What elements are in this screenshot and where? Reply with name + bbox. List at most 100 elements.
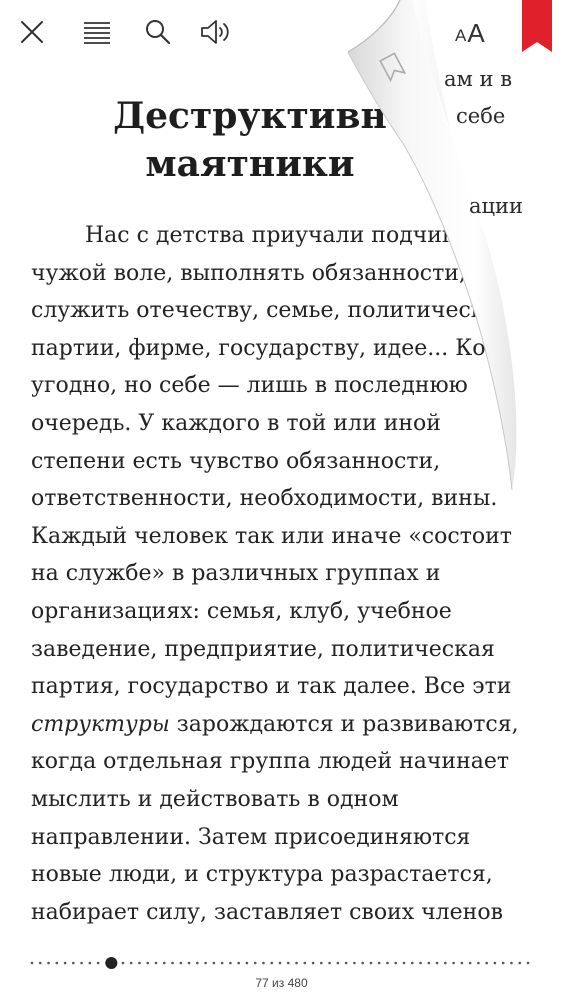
text-line: партии, фирме, государству, идее... Кому — [31, 335, 516, 361]
text-line: направлении. Затем присоединяются — [31, 824, 471, 850]
progress-dot — [121, 961, 125, 965]
progress-dot — [187, 961, 191, 965]
progress-dot — [154, 961, 158, 965]
reader-toolbar: A A — [0, 0, 563, 60]
progress-dot — [286, 961, 290, 965]
chapter-title: Деструктивн маятники — [0, 92, 500, 188]
progress-dot — [303, 961, 307, 965]
progress-dot — [270, 961, 274, 965]
text-line: Каждый человек так или иначе «состоит — [31, 523, 512, 549]
text-line: новые люди, и структура разрастается, — [31, 862, 493, 888]
text-line: набирает силу, заставляет своих членов — [31, 899, 503, 925]
progress-dot — [63, 961, 67, 965]
bookmark-ribbon-icon[interactable] — [522, 0, 552, 52]
text-line: на службе» в различных группах и — [31, 561, 441, 587]
table-of-contents-button[interactable] — [79, 14, 115, 50]
search-button[interactable] — [140, 14, 176, 50]
progress-dot — [179, 961, 183, 965]
text-line-rest: зарождаются и развиваются, — [169, 711, 519, 737]
italic-term: структуры — [31, 711, 170, 737]
progress-dot — [452, 961, 455, 965]
progress-dot — [410, 961, 414, 965]
search-icon — [146, 20, 171, 45]
progress-dot — [196, 961, 199, 965]
progress-dot — [80, 961, 83, 965]
progress-dot — [38, 961, 42, 965]
text-line: заведение, предприятие, политическая — [31, 636, 495, 662]
text-line: угодно, но себе — лишь в последнюю — [31, 373, 468, 399]
progress-dot — [361, 961, 364, 965]
progress-dot — [386, 961, 389, 965]
text-line: ответственности, необходимости, вины. — [31, 486, 498, 512]
progress-dot — [138, 961, 141, 965]
progress-dot — [253, 961, 257, 965]
text-line: структуры зарождаются и развиваются, — [31, 706, 531, 744]
progress-dot — [88, 961, 92, 965]
progress-dot — [394, 961, 398, 965]
progress-dot — [47, 961, 50, 965]
audio-button[interactable] — [198, 14, 234, 50]
progress-dot — [262, 961, 265, 965]
progress-dot — [220, 961, 224, 965]
progress-dot — [55, 961, 59, 965]
progress-dot — [402, 961, 406, 965]
chapter-title-line-1: Деструктивн — [113, 95, 387, 137]
progress-dot — [146, 961, 150, 965]
progress-dot — [493, 961, 497, 965]
reading-progress-bar[interactable] — [30, 955, 530, 971]
progress-dot — [129, 961, 133, 965]
page-indicator: 77 из 480 — [255, 976, 308, 990]
progress-dot — [435, 961, 439, 965]
font-settings-button[interactable]: A A — [455, 14, 485, 50]
progress-dot — [344, 961, 348, 965]
text-line: партия, государство и так далее. Все эти — [31, 674, 512, 700]
progress-dot — [229, 961, 232, 965]
progress-dot — [427, 961, 431, 965]
text-line: степени есть чувство обязанности, — [31, 448, 441, 474]
progress-dot — [518, 961, 522, 965]
progress-dot — [444, 961, 447, 965]
progress-dot — [510, 961, 513, 965]
progress-dot — [369, 961, 373, 965]
progress-dot — [311, 961, 315, 965]
progress-dot — [30, 961, 34, 965]
chapter-title-line-2: маятники — [145, 143, 355, 185]
speaker-icon — [201, 20, 229, 44]
close-button[interactable] — [14, 14, 50, 50]
progress-dot — [72, 961, 75, 965]
progress-dot — [353, 961, 356, 965]
progress-dot — [245, 961, 249, 965]
progress-dot — [212, 961, 216, 965]
progress-dot — [526, 961, 530, 965]
progress-dot — [485, 961, 488, 965]
progress-dot — [377, 961, 381, 965]
progress-dot — [468, 961, 472, 965]
text-line: чужой воле, выполнять обязанности, — [31, 260, 466, 286]
progress-dot — [336, 961, 340, 965]
progress-dot — [501, 961, 505, 965]
progress-dot — [237, 961, 240, 965]
progress-dot — [96, 961, 100, 965]
text-line: организациях: семья, клуб, учебное — [31, 598, 452, 624]
progress-dot — [419, 961, 422, 965]
font-big-label: A — [467, 18, 485, 48]
text-line: мыслить и действовать в одном — [31, 786, 399, 812]
font-small-label: A — [455, 26, 467, 45]
progress-dot — [460, 961, 464, 965]
text-line: когда отдельная группа людей начинает — [31, 749, 510, 775]
text-line: служить отечеству, семье, политическо — [31, 298, 498, 324]
progress-dot — [278, 961, 282, 965]
progress-knob[interactable] — [105, 957, 118, 969]
progress-dot — [162, 961, 166, 965]
close-icon — [21, 21, 43, 43]
progress-dot — [320, 961, 323, 965]
progress-dot — [295, 961, 298, 965]
progress-dot — [477, 961, 480, 965]
body-text: Нас с детства приучали подчин чужой воле,… — [31, 217, 531, 931]
reader-page: Деструктивн маятники Нас с детства приуч… — [0, 0, 563, 1000]
text-line: Нас с детства приучали подчин — [85, 223, 457, 248]
progress-dot — [204, 961, 207, 965]
text-line: очередь. У каждого в той или иной — [31, 410, 441, 436]
progress-dot — [171, 961, 174, 965]
progress-dot — [328, 961, 331, 965]
